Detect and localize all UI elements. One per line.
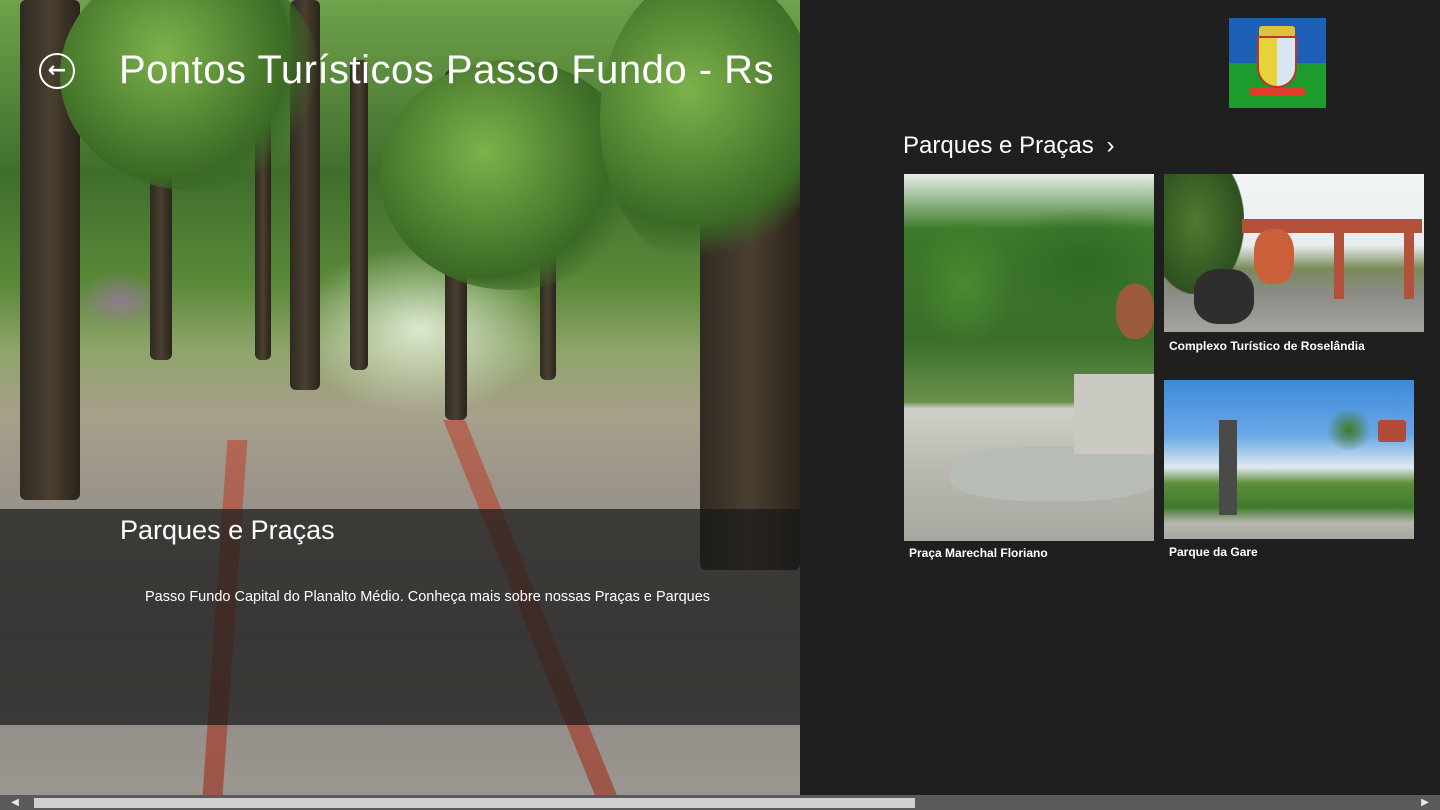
back-arrow-icon[interactable]: ← (39, 53, 75, 89)
hero-description: Passo Fundo Capital do Planalto Médio. C… (145, 589, 711, 605)
tile-caption: Praça Marechal Floriano (909, 546, 1048, 560)
scroll-right-icon[interactable]: ▶ (1410, 795, 1440, 810)
hero-heading: Parques e Praças (120, 515, 335, 545)
section-header-link[interactable]: Parques e Praças › (903, 132, 1114, 160)
tile-parque-da-gare[interactable] (1164, 380, 1414, 539)
chevron-right-icon: › (1106, 132, 1115, 159)
tile-complexo-turistico-roselandia[interactable] (1164, 174, 1424, 332)
tree-canopy (600, 0, 800, 270)
scroll-left-icon[interactable]: ◀ (0, 795, 30, 810)
page-title: Pontos Turísticos Passo Fundo - Rs (119, 48, 775, 92)
city-crest-logo (1229, 18, 1326, 108)
tree-trunk (350, 60, 368, 370)
tile-caption: Complexo Turístico de Roselândia (1169, 339, 1365, 353)
tree-canopy (60, 0, 320, 190)
section-title: Parques e Praças (903, 132, 1094, 159)
scrollbar-thumb[interactable] (34, 798, 915, 808)
tile-caption: Parque da Gare (1169, 545, 1258, 559)
tile-praca-marechal-floriano[interactable] (904, 174, 1154, 541)
